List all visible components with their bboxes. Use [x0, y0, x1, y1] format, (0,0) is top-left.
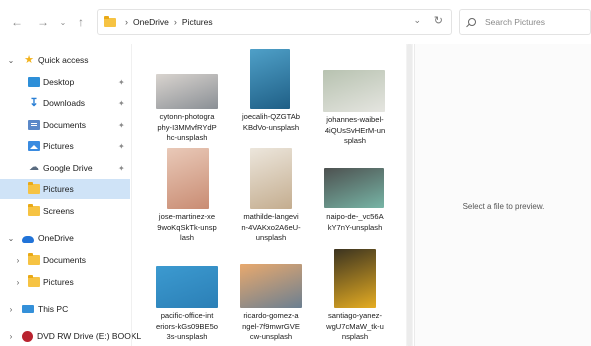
- search-icon: [468, 18, 476, 26]
- file-thumbnail: [167, 148, 209, 209]
- sidebar-item-downloads[interactable]: ↧ Downloads ✦: [0, 93, 130, 113]
- file-item[interactable]: mathilde-langevi n-4VAKxo2A6eU-unsplash: [226, 148, 316, 248]
- sidebar-item-onedrive[interactable]: ⌄ OneDrive: [0, 228, 130, 248]
- sidebar-item-quick-access[interactable]: ⌄ ★ Quick access: [0, 50, 130, 70]
- breadcrumb-separator-icon[interactable]: ›: [174, 17, 177, 27]
- sidebar-item-label: Documents: [43, 255, 86, 265]
- toolbar: ← → ⌄ ↑ › OneDrive › Pictures ⌄ ↻ Search…: [0, 0, 591, 44]
- chevron-right-icon[interactable]: ›: [7, 332, 15, 341]
- folder-icon: [104, 15, 116, 27]
- file-thumbnail: [250, 148, 292, 209]
- sidebar-item-pictures-folder[interactable]: Pictures: [0, 179, 130, 199]
- breadcrumb-separator-icon[interactable]: ›: [125, 17, 128, 27]
- sidebar-item-desktop[interactable]: Desktop ✦: [0, 72, 130, 92]
- sidebar-item-label: Pictures: [43, 184, 74, 194]
- sidebar-item-label: OneDrive: [38, 233, 74, 243]
- sidebar-item-google-drive[interactable]: ☁ Google Drive ✦: [0, 158, 130, 178]
- search-box[interactable]: Search Pictures: [459, 9, 591, 35]
- chevron-down-icon[interactable]: ⌄: [7, 56, 15, 65]
- pin-icon[interactable]: ✦: [118, 164, 125, 173]
- folder-icon: [28, 253, 40, 265]
- file-thumbnail: [240, 264, 302, 308]
- pin-icon[interactable]: ✦: [118, 142, 125, 151]
- file-item[interactable]: naipo-de-_vc56A kY7nY-unsplash: [310, 168, 400, 248]
- chevron-right-icon[interactable]: ›: [14, 278, 22, 287]
- file-name: mathilde-langevi n-4VAKxo2A6eU-unsplash: [241, 212, 301, 242]
- search-placeholder: Search Pictures: [485, 17, 545, 27]
- forward-arrow-icon[interactable]: →: [36, 14, 50, 30]
- address-bar[interactable]: › OneDrive › Pictures ⌄ ↻: [97, 9, 452, 35]
- file-name: santiago-yanez-wgU7cMaW_tk-u nsplash: [326, 311, 384, 341]
- file-item[interactable]: jose-martinez-xe 9woKqSkTk-unsp lash: [142, 148, 232, 248]
- file-thumbnail: [324, 168, 384, 208]
- file-thumbnail: [156, 266, 218, 308]
- recent-locations-chevron-icon[interactable]: ⌄: [58, 14, 68, 30]
- file-name: jose-martinez-xe 9woKqSkTk-unsp lash: [157, 212, 217, 242]
- preview-pane: Select a file to preview.: [414, 44, 591, 346]
- navigation-pane: ⌄ ★ Quick access Desktop ✦ ↧ Downloads ✦…: [0, 44, 141, 346]
- file-thumbnail: [334, 249, 376, 308]
- pin-icon[interactable]: ✦: [118, 121, 125, 130]
- sidebar-item-dvd-drive[interactable]: › DVD RW Drive (E:) BOOKL: [0, 326, 141, 346]
- file-item[interactable]: santiago-yanez-wgU7cMaW_tk-u nsplash: [310, 249, 400, 346]
- pin-icon[interactable]: ✦: [118, 78, 125, 87]
- sidebar-item-screens[interactable]: Screens: [0, 201, 130, 221]
- google-drive-icon: ☁: [29, 162, 39, 173]
- file-name: joecalih-QZGTAb KBdVo-unsplash: [241, 112, 301, 132]
- file-grid: cytonn-photogra phy-I3MMvfRYdP hc-unsplash…: [140, 44, 402, 346]
- sidebar-item-label: This PC: [38, 304, 69, 314]
- file-item[interactable]: pacific-office-int eriors-kGs09BE5o 3s-uns…: [142, 266, 232, 346]
- folder-icon: [28, 275, 40, 287]
- chevron-right-icon[interactable]: ›: [14, 256, 22, 265]
- file-thumbnail: [156, 74, 218, 109]
- sidebar-item-pictures[interactable]: Pictures ✦: [0, 136, 130, 156]
- refresh-icon[interactable]: ↻: [434, 14, 443, 27]
- sidebar-item-documents[interactable]: Documents ✦: [0, 115, 130, 135]
- chevron-right-icon[interactable]: ›: [7, 305, 15, 314]
- file-thumbnail: [250, 49, 290, 109]
- chevron-down-icon[interactable]: ⌄: [7, 234, 15, 243]
- file-name: cytonn-photogra phy-I3MMvfRYdP hc-unsplash: [157, 112, 217, 142]
- file-item[interactable]: cytonn-photogra phy-I3MMvfRYdP hc-unsplash: [142, 62, 232, 152]
- breadcrumb-onedrive[interactable]: OneDrive: [133, 17, 169, 27]
- star-icon: ★: [24, 54, 34, 66]
- file-item[interactable]: joecalih-QZGTAb KBdVo-unsplash: [226, 49, 316, 152]
- download-icon: ↧: [29, 97, 39, 109]
- sidebar-item-label: Documents: [43, 120, 86, 130]
- sidebar-item-label: Downloads: [43, 98, 86, 108]
- scrollbar-thumb[interactable]: [407, 44, 412, 346]
- back-arrow-icon[interactable]: ←: [10, 14, 24, 30]
- desktop-icon: [28, 77, 40, 87]
- file-name: ricardo-gomez-a ngel-7f9mwrGVE cw-unsplash: [242, 311, 300, 341]
- breadcrumb-pictures[interactable]: Pictures: [182, 17, 213, 27]
- sidebar-item-label: Desktop: [43, 77, 75, 87]
- sidebar-item-label: Pictures: [43, 277, 74, 287]
- onedrive-cloud-icon: [22, 235, 34, 243]
- file-name: johannes-waibel- 4iQUsSvHErM-un splash: [324, 115, 386, 145]
- sidebar-item-label: Quick access: [38, 55, 89, 65]
- file-item[interactable]: johannes-waibel- 4iQUsSvHErM-un splash: [310, 62, 400, 152]
- documents-icon: [28, 120, 40, 130]
- pictures-icon: [28, 141, 40, 151]
- pane-divider[interactable]: [131, 44, 132, 346]
- sidebar-item-label: Google Drive: [43, 163, 93, 173]
- pc-icon: [22, 305, 34, 313]
- folder-icon: [28, 182, 40, 194]
- sidebar-item-onedrive-documents[interactable]: › Documents: [0, 250, 130, 270]
- up-arrow-icon[interactable]: ↑: [74, 14, 88, 30]
- address-history-chevron-icon[interactable]: ⌄: [413, 15, 421, 26]
- file-name: naipo-de-_vc56A kY7nY-unsplash: [326, 212, 384, 232]
- preview-message: Select a file to preview.: [462, 202, 545, 211]
- pin-icon[interactable]: ✦: [118, 99, 125, 108]
- file-thumbnail: [323, 70, 385, 112]
- file-name: pacific-office-int eriors-kGs09BE5o 3s-uns…: [155, 311, 219, 341]
- sidebar-item-label: Screens: [43, 206, 75, 216]
- dvd-drive-icon: [22, 330, 33, 342]
- sidebar-item-onedrive-pictures[interactable]: › Pictures: [0, 272, 130, 292]
- folder-icon: [28, 204, 40, 216]
- sidebar-item-label: DVD RW Drive (E:) BOOKL: [37, 331, 142, 341]
- file-item[interactable]: ricardo-gomez-a ngel-7f9mwrGVE cw-unsplash: [226, 264, 316, 346]
- sidebar-item-this-pc[interactable]: › This PC: [0, 299, 130, 319]
- sidebar-item-label: Pictures: [43, 141, 74, 151]
